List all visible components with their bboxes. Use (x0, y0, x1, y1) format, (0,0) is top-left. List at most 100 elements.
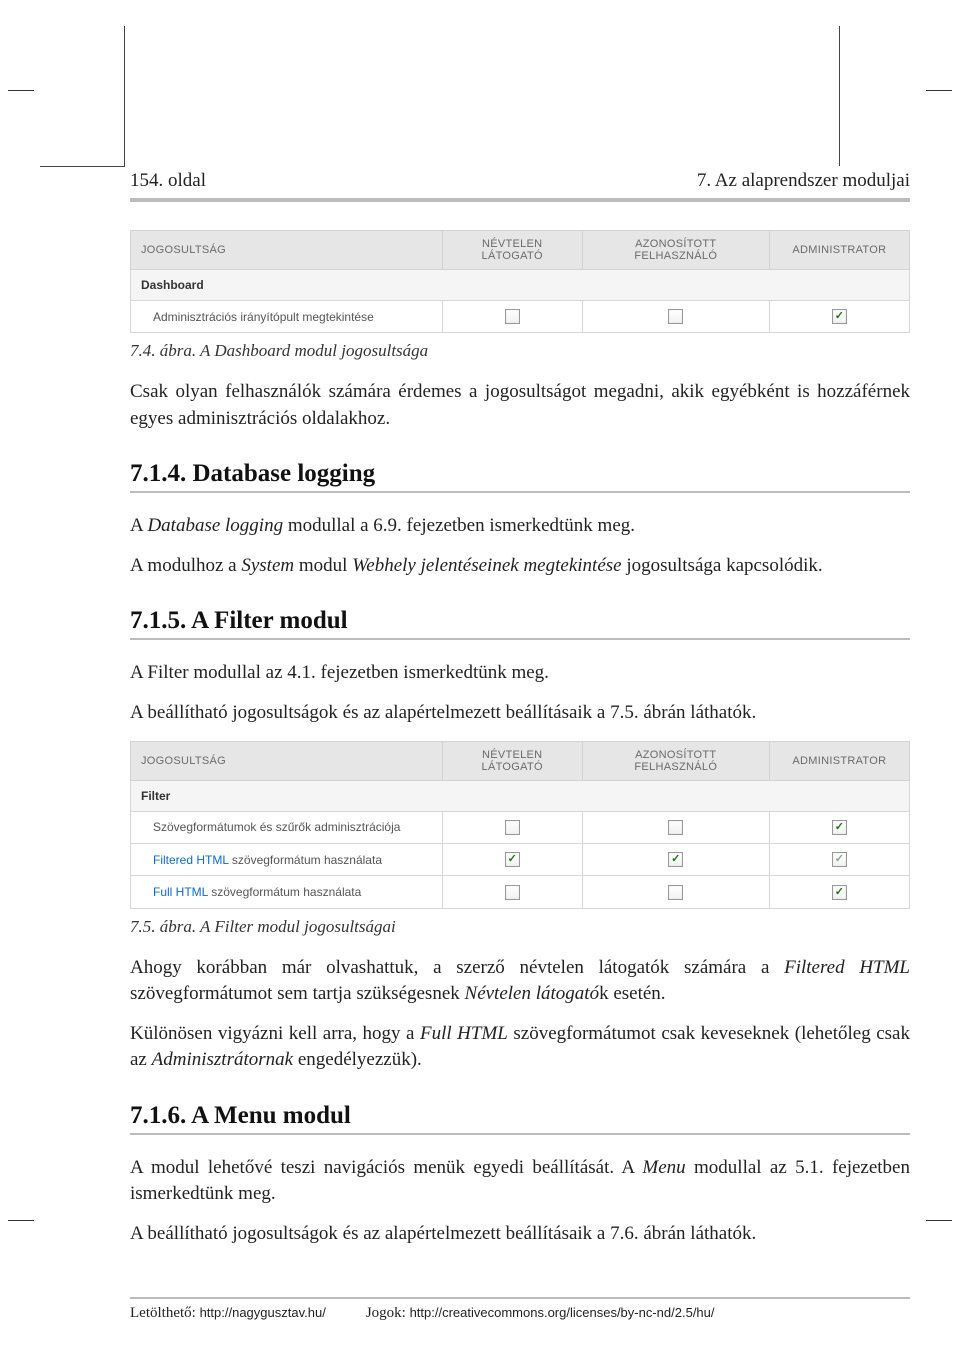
text-emphasis: Webhely jelentéseinek megtekintése (352, 555, 621, 576)
col-permission: JOGOSULTSÁG (131, 741, 443, 780)
crop-mark (926, 90, 952, 91)
checkbox-cell (769, 843, 909, 875)
crop-mark (839, 26, 840, 166)
checkbox-cell (769, 811, 909, 843)
paragraph: A beállítható jogosultságok és az alapér… (130, 1221, 910, 1247)
permissions-table-dashboard: JOGOSULTSÁG NÉVTELEN LÁTOGATÓ AZONOSÍTOT… (130, 230, 910, 333)
footer: Letölthető: http://nagygusztav.hu/ Jogok… (130, 1305, 910, 1322)
checkbox-icon[interactable] (668, 885, 683, 900)
table-header-row: JOGOSULTSÁG NÉVTELEN LÁTOGATÓ AZONOSÍTOT… (131, 741, 910, 780)
text: szövegformátumot sem tartja szükségesnek (130, 983, 465, 1004)
footer-label: Jogok: (366, 1305, 410, 1321)
text-emphasis: Database logging (147, 515, 283, 536)
checkbox-icon[interactable] (832, 309, 847, 324)
col-authenticated: AZONOSÍTOTT FELHASZNÁLÓ (582, 741, 769, 780)
text: A modul lehetővé teszi navigációs menük … (130, 1157, 642, 1178)
checkbox-cell (442, 843, 582, 875)
text: szövegformátum használata (208, 885, 361, 899)
checkbox-cell (769, 876, 909, 908)
checkbox-icon[interactable] (505, 820, 520, 835)
checkbox-cell (582, 843, 769, 875)
permission-link[interactable]: Filtered HTML (153, 853, 229, 867)
heading-rule (130, 638, 910, 640)
text: modul (294, 555, 352, 576)
text-emphasis: System (241, 555, 294, 576)
document-page: 154. oldal 7. Az alaprendszer moduljai J… (0, 0, 960, 1358)
permission-label: Full HTML szövegformátum használata (131, 876, 443, 908)
footer-rights: Jogok: http://creativecommons.org/licens… (366, 1305, 715, 1322)
section-heading: 7.1.5. A Filter modul (130, 607, 910, 635)
permissions-table-filter: JOGOSULTSÁG NÉVTELEN LÁTOGATÓ AZONOSÍTOT… (130, 741, 910, 909)
text: engedélyezzük). (293, 1049, 422, 1070)
checkbox-icon[interactable] (668, 309, 683, 324)
heading-rule (130, 1133, 910, 1135)
checkbox-icon[interactable] (505, 852, 520, 867)
text-emphasis: Full HTML (420, 1023, 508, 1044)
paragraph: A Filter modullal az 4.1. fejezetben ism… (130, 660, 910, 686)
checkbox-cell (442, 301, 582, 333)
checkbox-icon[interactable] (505, 885, 520, 900)
crop-mark (8, 90, 34, 91)
checkbox-icon[interactable] (668, 852, 683, 867)
checkbox-cell (582, 301, 769, 333)
text: szövegformátum használata (229, 853, 382, 867)
crop-mark (40, 26, 125, 167)
paragraph: Csak olyan felhasználók számára érdemes … (130, 379, 910, 431)
crop-mark (8, 1220, 34, 1221)
footer-rule (130, 1297, 910, 1299)
paragraph: Különösen vigyázni kell arra, hogy a Ful… (130, 1021, 910, 1073)
running-header: 154. oldal 7. Az alaprendszer moduljai (130, 170, 910, 192)
text: jogosultsága kapcsolódik. (622, 555, 823, 576)
paragraph: A modulhoz a System modul Webhely jelent… (130, 553, 910, 579)
checkbox-icon[interactable] (832, 852, 847, 867)
checkbox-icon[interactable] (832, 820, 847, 835)
heading-rule (130, 491, 910, 493)
permission-label: Szövegformátumok és szűrők adminisztráci… (131, 811, 443, 843)
checkbox-cell (442, 811, 582, 843)
col-authenticated: AZONOSÍTOTT FELHASZNÁLÓ (582, 231, 769, 270)
table-row: Filtered HTML szövegformátum használata (131, 843, 910, 875)
text-emphasis: Adminisztrátornak (152, 1049, 293, 1070)
checkbox-icon[interactable] (668, 820, 683, 835)
checkbox-cell (582, 876, 769, 908)
text-emphasis: Névtelen látogató (465, 983, 600, 1004)
col-anonymous: NÉVTELEN LÁTOGATÓ (442, 231, 582, 270)
checkbox-cell (442, 876, 582, 908)
text: A (130, 515, 147, 536)
figure-caption: 7.4. ábra. A Dashboard modul jogosultság… (130, 341, 910, 361)
chapter-title: 7. Az alaprendszer moduljai (697, 170, 910, 192)
text: A modulhoz a (130, 555, 241, 576)
table-section-row: Filter (131, 780, 910, 811)
permission-link[interactable]: Full HTML (153, 885, 208, 899)
content-area: 154. oldal 7. Az alaprendszer moduljai J… (130, 170, 910, 1322)
footer-url: http://nagygusztav.hu/ (200, 1305, 326, 1320)
table-row: Adminisztrációs irányítópult megtekintés… (131, 301, 910, 333)
text: Ahogy korábban már olvashattuk, a szerző… (130, 957, 784, 978)
checkbox-cell (582, 811, 769, 843)
footer-download: Letölthető: http://nagygusztav.hu/ (130, 1305, 326, 1322)
checkbox-icon[interactable] (832, 885, 847, 900)
figure-caption: 7.5. ábra. A Filter modul jogosultságai (130, 917, 910, 937)
col-anonymous: NÉVTELEN LÁTOGATÓ (442, 741, 582, 780)
text-emphasis: Menu (642, 1157, 685, 1178)
table-section-row: Dashboard (131, 270, 910, 301)
section-heading: 7.1.6. A Menu modul (130, 1102, 910, 1130)
text: Különösen vigyázni kell arra, hogy a (130, 1023, 420, 1044)
section-label: Dashboard (131, 270, 910, 301)
col-permission: JOGOSULTSÁG (131, 231, 443, 270)
footer-label: Letölthető: (130, 1305, 200, 1321)
text-emphasis: Filtered HTML (784, 957, 910, 978)
checkbox-icon[interactable] (505, 309, 520, 324)
table-row: Full HTML szövegformátum használata (131, 876, 910, 908)
col-administrator: ADMINISTRATOR (769, 231, 909, 270)
header-rule (130, 198, 910, 202)
paragraph: A beállítható jogosultságok és az alapér… (130, 700, 910, 726)
permission-label: Filtered HTML szövegformátum használata (131, 843, 443, 875)
text: modullal a 6.9. fejezetben ismerkedtünk … (283, 515, 635, 536)
permission-label: Adminisztrációs irányítópult megtekintés… (131, 301, 443, 333)
section-label: Filter (131, 780, 910, 811)
section-heading: 7.1.4. Database logging (130, 460, 910, 488)
checkbox-cell (769, 301, 909, 333)
paragraph: Ahogy korábban már olvashattuk, a szerző… (130, 955, 910, 1007)
text: k esetén. (599, 983, 665, 1004)
